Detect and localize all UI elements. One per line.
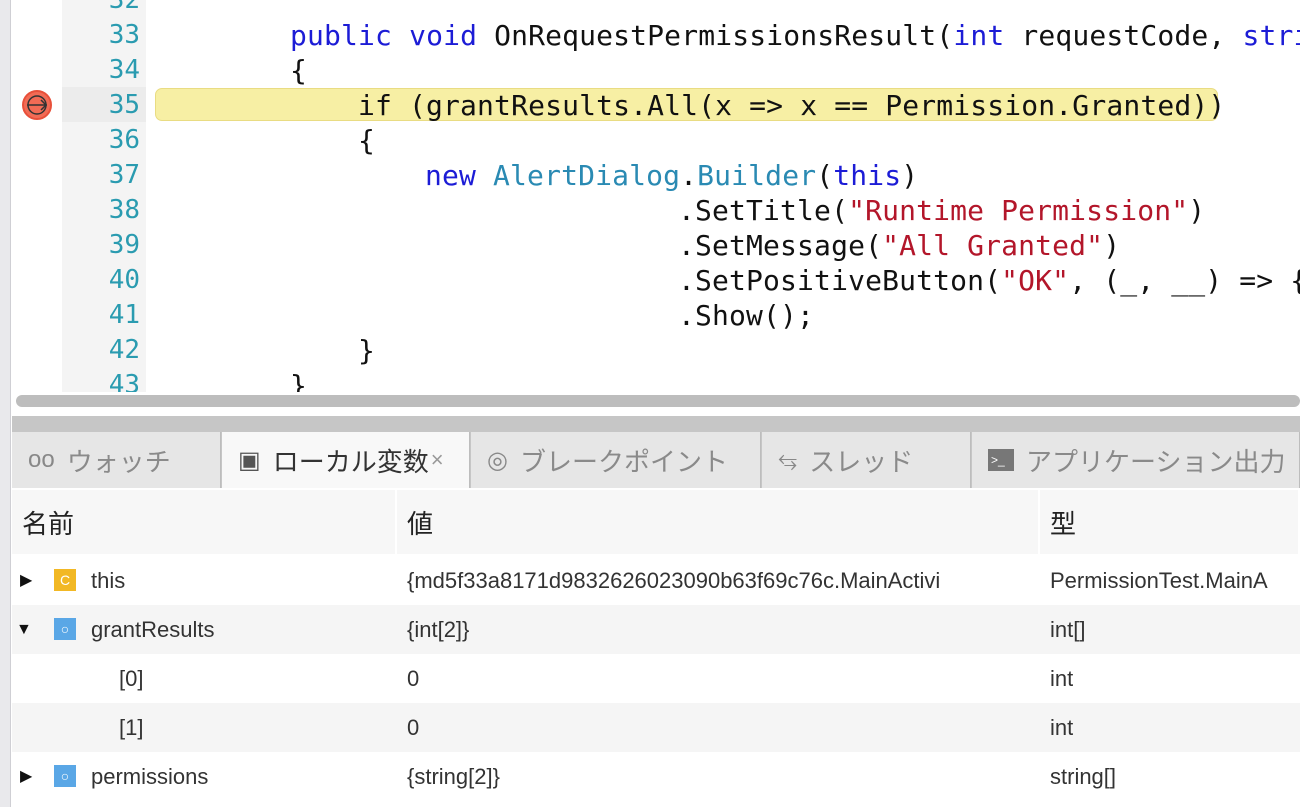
line-number: 38 <box>108 195 140 225</box>
var-type: PermissionTest.MainA <box>1050 568 1268 593</box>
table-row[interactable]: [0] 0 int <box>12 654 1300 703</box>
tab-locals[interactable]: ▣ ローカル変数 × <box>222 432 470 488</box>
code-line-41: .Show(); <box>678 299 815 332</box>
code-line-42: } <box>358 334 376 367</box>
table-row[interactable]: ▶ ○ permissions {string[2]} string[] <box>12 752 1300 801</box>
var-type: int <box>1050 715 1074 740</box>
token: AlertDialog <box>493 159 681 192</box>
tab-label: ブレークポイント <box>519 446 728 477</box>
token: ) <box>901 159 919 192</box>
line-number: 37 <box>108 160 140 190</box>
line-number: 41 <box>108 300 140 330</box>
line-number: 36 <box>108 125 140 155</box>
tab-label: アプリケーション出力 <box>1026 446 1286 477</box>
token: , (_, __) => { <box>1069 264 1300 297</box>
token: . <box>680 159 698 192</box>
expand-arrow-icon[interactable]: ▶ <box>20 752 32 801</box>
token: void <box>409 19 478 52</box>
code-line-35: if (grantResults.All(x => x == Permissio… <box>358 89 1226 122</box>
code-line-38: .SetTitle("Runtime Permission") <box>678 193 1205 228</box>
line-number: 39 <box>108 230 140 260</box>
token: ) <box>1188 194 1206 227</box>
var-name: this <box>91 568 126 593</box>
class-icon: C <box>54 569 76 591</box>
window-edge <box>0 0 11 807</box>
column-header-name[interactable]: 名前 <box>12 490 397 554</box>
token: .SetPositiveButton( <box>678 264 1002 297</box>
tab-threads[interactable]: ⥃ スレッド <box>762 432 971 488</box>
line-number: 32 <box>108 0 140 15</box>
expand-arrow-icon[interactable]: ▶ <box>20 556 32 605</box>
token: public <box>290 19 393 52</box>
var-name: [1] <box>119 715 144 740</box>
var-name: [0] <box>119 666 144 691</box>
var-type: int <box>1050 666 1074 691</box>
line-number: 34 <box>108 55 140 85</box>
tab-label: スレッド <box>809 446 914 477</box>
token: "All Granted" <box>882 229 1104 262</box>
token: .SetMessage( <box>678 229 883 262</box>
code-line-33: public void OnRequestPermissionsResult(i… <box>290 18 1300 53</box>
line-number: 42 <box>108 335 140 365</box>
var-name: permissions <box>91 764 209 789</box>
line-number: 40 <box>108 265 140 295</box>
code-editor[interactable]: 32 33 34 35 36 37 38 39 40 41 42 43 publ… <box>0 0 1300 392</box>
token: OnRequestPermissionsResult( <box>494 19 954 52</box>
code-line-37: new AlertDialog.Builder(this) <box>425 158 918 193</box>
tab-application-output[interactable]: >_ アプリケーション出力 <box>972 432 1300 488</box>
token: Builder <box>697 159 817 192</box>
close-icon[interactable]: × <box>431 447 444 473</box>
tab-label: ローカル変数 <box>272 446 429 477</box>
token: stri <box>1242 19 1300 52</box>
token: .SetTitle( <box>678 194 849 227</box>
token: requestCode, <box>1004 19 1243 52</box>
tab-label: ウォッチ <box>66 446 171 477</box>
table-row[interactable]: [1] 0 int <box>12 703 1300 752</box>
collapse-arrow-icon[interactable]: ▼ <box>16 605 32 654</box>
table-row[interactable]: ▶ C this {md5f33a8171d9832626023090b63f6… <box>12 556 1300 605</box>
code-line-39: .SetMessage("All Granted") <box>678 228 1120 263</box>
var-name: grantResults <box>91 617 215 642</box>
code-line-34: { <box>290 54 308 87</box>
token: "Runtime Permission" <box>848 194 1189 227</box>
breakpoint-icon: ◎ <box>487 446 508 474</box>
token: ) <box>1103 229 1121 262</box>
column-header-value[interactable]: 値 <box>397 490 1040 554</box>
token: this <box>833 159 902 192</box>
breakpoint-icon[interactable] <box>22 90 52 120</box>
token: int <box>953 19 1005 52</box>
var-value: 0 <box>407 666 420 691</box>
var-value: {string[2]} <box>407 764 500 789</box>
field-icon: ○ <box>54 765 76 787</box>
tab-watch[interactable]: oo ウォッチ <box>12 432 221 488</box>
line-number: 33 <box>108 20 140 50</box>
line-number: 35 <box>108 90 140 120</box>
var-value: 0 <box>407 715 420 740</box>
token: new <box>425 159 477 192</box>
line-number: 43 <box>108 370 140 392</box>
var-type: int[] <box>1050 617 1086 642</box>
token: "OK" <box>1001 264 1070 297</box>
var-type: string[] <box>1050 764 1117 789</box>
watch-icon: oo <box>28 446 55 473</box>
scrollbar-thumb[interactable] <box>16 395 1300 407</box>
var-value: {md5f33a8171d9832626023090b63f69c76c.Mai… <box>407 568 941 593</box>
locals-icon: ▣ <box>238 446 261 474</box>
table-row[interactable]: ▼ ○ grantResults {int[2]} int[] <box>12 605 1300 654</box>
token: ( <box>816 159 834 192</box>
column-header-type[interactable]: 型 <box>1040 490 1300 554</box>
code-line-43: } <box>290 369 308 392</box>
field-icon: ○ <box>54 618 76 640</box>
threads-icon: ⥃ <box>778 446 798 473</box>
tab-breakpoints[interactable]: ◎ ブレークポイント <box>471 432 761 488</box>
terminal-icon: >_ <box>988 449 1014 471</box>
var-value: {int[2]} <box>407 617 470 642</box>
code-line-36: { <box>358 124 376 157</box>
code-line-40: .SetPositiveButton("OK", (_, __) => { <box>678 263 1300 298</box>
